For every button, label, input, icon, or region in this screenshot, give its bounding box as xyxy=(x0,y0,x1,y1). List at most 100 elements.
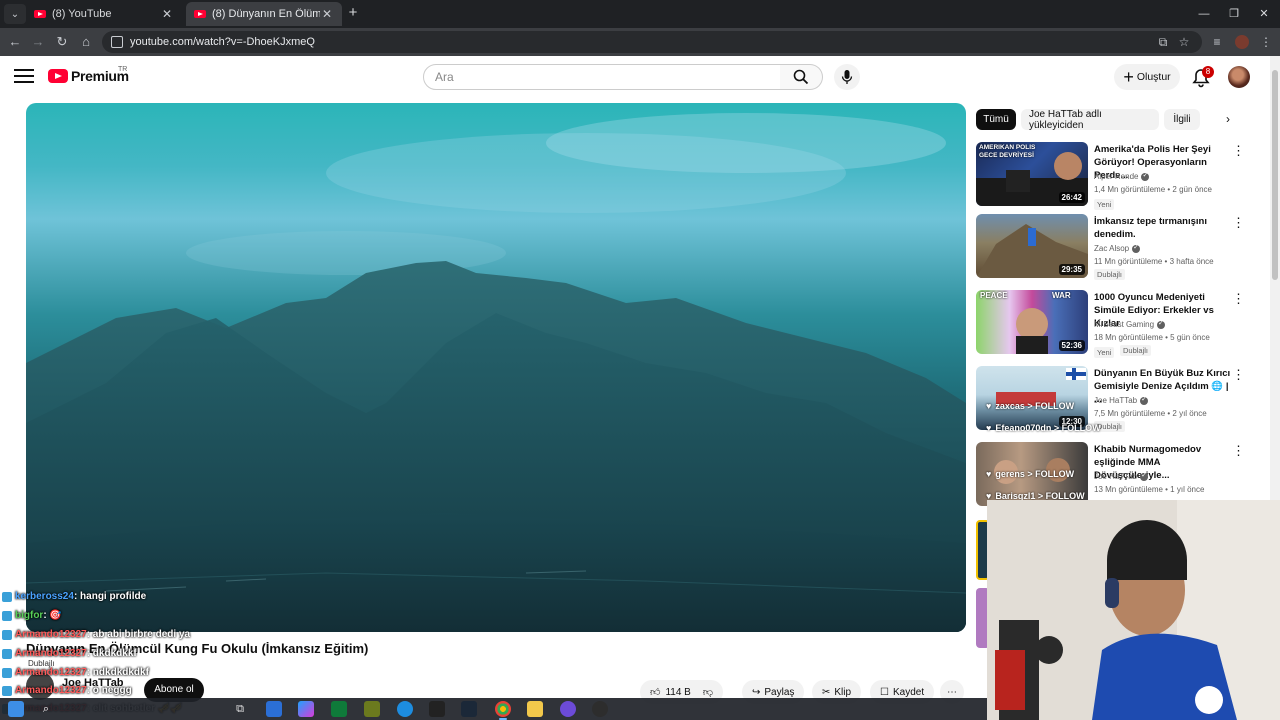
video-thumbnail[interactable]: AMERIKAN POLIS GECE DEVRİYESİ 26:42 xyxy=(976,142,1088,206)
recommendation-item[interactable]: PEACE WAR 52:36 1000 Oyuncu Medeniyeti S… xyxy=(976,290,1266,358)
minimize-icon[interactable]: — xyxy=(1188,0,1220,28)
search-icon[interactable]: ⌕ xyxy=(38,701,54,717)
windows-start-icon[interactable] xyxy=(8,701,24,717)
webcam-frame xyxy=(987,500,1280,720)
more-options-icon[interactable]: ⋮ xyxy=(1232,444,1245,458)
new-tab-button[interactable]: + xyxy=(344,4,362,22)
share-icon: ↪ xyxy=(752,686,761,698)
voice-search-button[interactable] xyxy=(834,64,860,90)
channel-name[interactable]: Joe HaTTab xyxy=(62,677,124,689)
steam-icon[interactable] xyxy=(461,701,477,717)
install-app-icon[interactable]: ⧉ xyxy=(1155,34,1171,50)
dubbed-badge: Dublajlı xyxy=(1120,345,1152,356)
app-icon[interactable] xyxy=(266,701,282,717)
recommendation-item[interactable]: AMERIKAN POLIS GECE DEVRİYESİ 26:42 Amer… xyxy=(976,142,1266,210)
address-bar[interactable]: youtube.com/watch?v=-DhoeKJxmeQ xyxy=(102,31,1202,53)
youtube-favicon-icon xyxy=(194,10,206,18)
chat-badge-icon xyxy=(2,591,12,602)
video-duration: 29:35 xyxy=(1058,264,1085,275)
recommendation-meta: 11 Mn görüntüleme • 3 hafta önce xyxy=(1094,257,1214,266)
browser-profile-avatar[interactable] xyxy=(1235,35,1249,49)
chip-related[interactable]: İlgili xyxy=(1164,109,1200,130)
recommendation-meta: 1,4 Mn görüntüleme • 2 gün önce xyxy=(1094,185,1212,194)
youtube-logo-icon xyxy=(48,69,68,83)
search-button[interactable] xyxy=(780,64,823,90)
capcut-icon[interactable] xyxy=(429,701,445,717)
browser-tab-youtube[interactable]: (8) YouTube ✕ xyxy=(26,2,182,26)
tab-close-icon[interactable]: ✕ xyxy=(160,7,174,21)
chevron-right-icon[interactable]: › xyxy=(1218,109,1238,130)
back-icon[interactable]: ← xyxy=(5,32,25,52)
scissors-icon: ✂ xyxy=(822,686,831,698)
chat-badge-icon xyxy=(2,629,12,640)
browser-tab-video[interactable]: (8) Dünyanın En Ölümcül Kung ✕ xyxy=(186,2,342,26)
recommendation-meta: 18 Mn görüntüleme • 5 gün önce xyxy=(1094,333,1210,342)
search-icon xyxy=(793,69,809,85)
chat-badge-icon xyxy=(2,685,12,696)
user-avatar[interactable] xyxy=(1228,66,1250,88)
close-window-icon[interactable]: ✕ xyxy=(1248,0,1280,28)
recommendation-title[interactable]: İmkansız tepe tırmanışını denedim. xyxy=(1094,215,1234,241)
url-text: youtube.com/watch?v=-DhoeKJxmeQ xyxy=(130,36,315,48)
tab-search-button[interactable]: ⌄ xyxy=(4,4,26,24)
app-icon[interactable] xyxy=(364,701,380,717)
home-icon[interactable]: ⌂ xyxy=(76,32,96,52)
chat-badge-icon xyxy=(2,610,12,621)
video-frame-mountains xyxy=(26,113,966,632)
obs-icon[interactable] xyxy=(592,701,608,717)
recommendation-channel[interactable]: MrBeast Gaming xyxy=(1094,319,1166,329)
youtube-premium-logo[interactable]: Premium xyxy=(48,68,129,84)
channel-avatar[interactable] xyxy=(26,672,54,700)
create-button[interactable]: + Oluştur xyxy=(1114,64,1180,90)
bookmark-star-icon[interactable]: ☆ xyxy=(1176,34,1192,50)
more-options-icon[interactable]: ⋮ xyxy=(1232,144,1245,158)
copilot-icon[interactable] xyxy=(298,701,314,717)
scrollbar-thumb[interactable] xyxy=(1272,70,1278,280)
media-control-icon[interactable]: ≡ xyxy=(1209,34,1225,50)
follow-alert: ♥ gerens > FOLLOW xyxy=(986,466,1106,482)
thumbs-down-icon[interactable]: 👎︎ xyxy=(703,686,713,698)
recommendation-channel[interactable]: Zac Alsop xyxy=(1094,243,1141,253)
follow-text: gerens > FOLLOW xyxy=(995,469,1075,479)
dubbed-label: Dublajlı xyxy=(28,659,55,668)
tab-close-icon[interactable]: ✕ xyxy=(320,7,334,21)
verified-icon xyxy=(1140,471,1149,481)
recommendation-item[interactable]: 29:35 İmkansız tepe tırmanışını denedim.… xyxy=(976,214,1266,280)
file-explorer-icon[interactable] xyxy=(527,701,543,717)
thumbnail-caption: PEACE xyxy=(980,291,1008,300)
channel-label: Alper Rende xyxy=(1094,172,1139,181)
site-info-icon[interactable] xyxy=(111,36,123,48)
clip-label: Klip xyxy=(834,686,852,698)
thumbnail-caption: AMERIKAN POLIS GECE DEVRİYESİ xyxy=(979,144,1036,159)
video-duration: 26:42 xyxy=(1058,192,1085,203)
chip-all[interactable]: Tümü xyxy=(976,109,1016,130)
store-icon[interactable] xyxy=(331,701,347,717)
youtube-header: Premium TR Ara + Oluştur xyxy=(0,56,1270,100)
channel-label: MrBeast Gaming xyxy=(1094,320,1155,329)
chrome-icon[interactable] xyxy=(495,701,511,717)
forward-icon[interactable]: → xyxy=(28,32,48,52)
verified-icon xyxy=(1141,171,1150,181)
reload-icon[interactable]: ↻ xyxy=(52,32,72,52)
video-thumbnail[interactable]: 29:35 xyxy=(976,214,1088,278)
recommendation-channel[interactable]: Alper Rende xyxy=(1094,171,1150,181)
save-playlist-icon: ☐ xyxy=(880,686,889,698)
video-player[interactable] xyxy=(26,103,966,632)
chat-badge-icon xyxy=(2,667,12,678)
edge-icon[interactable] xyxy=(397,701,413,717)
video-title: Dünyanın En Ölümcül Kung Fu Okulu (İmkan… xyxy=(26,641,369,656)
new-badge: Yeni xyxy=(1094,199,1115,210)
app-icon[interactable] xyxy=(560,701,576,717)
more-options-icon[interactable]: ⋮ xyxy=(1232,216,1245,230)
menu-icon[interactable] xyxy=(14,69,34,85)
restore-icon[interactable]: ❐ xyxy=(1218,0,1250,28)
video-thumbnail[interactable]: PEACE WAR 52:36 xyxy=(976,290,1088,354)
more-options-icon[interactable]: ⋮ xyxy=(1232,368,1245,382)
chip-from-uploader[interactable]: Joe HaTTab adlı yükleyiciden xyxy=(1021,109,1159,131)
browser-menu-icon[interactable]: ⋮ xyxy=(1258,34,1274,50)
microphone-icon xyxy=(841,70,853,84)
more-options-icon[interactable]: ⋮ xyxy=(1232,292,1245,306)
youtube-favicon-icon xyxy=(34,10,46,18)
search-input[interactable]: Ara xyxy=(423,64,781,90)
task-view-icon[interactable]: ⧉ xyxy=(232,701,248,717)
